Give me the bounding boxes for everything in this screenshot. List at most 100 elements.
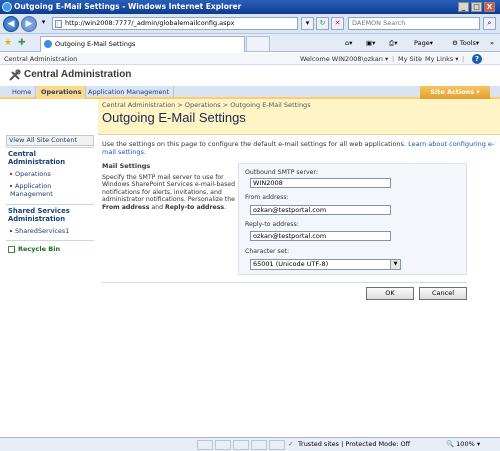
nav-home[interactable]: Home (8, 86, 37, 99)
url-field[interactable]: http://win2008:7777/_admin/globalemailco… (52, 17, 298, 30)
left-nav-operations[interactable]: Operations (10, 170, 51, 178)
status-cell (215, 440, 231, 450)
left-nav-ssp-label: SharedServices1 (15, 227, 70, 235)
help-text: Specify the SMTP mail server to use for … (102, 173, 236, 204)
divider: | (392, 55, 395, 63)
chevron-down-icon: ▼ (390, 260, 400, 269)
help-and: and (149, 203, 165, 211)
nav-application-management[interactable]: Application Management (84, 86, 175, 99)
add-favorites-icon[interactable]: ✚ (18, 38, 26, 48)
from-address-label: From address: (245, 194, 289, 201)
from-address-input[interactable]: ozkan@testportal.com (250, 205, 391, 215)
left-nav: View All Site Content Central Administra… (0, 101, 96, 431)
recycle-bin-link[interactable]: Recycle Bin (8, 245, 60, 253)
status-cell (233, 440, 249, 450)
new-tab-button[interactable] (246, 36, 270, 52)
left-nav-application-management[interactable]: Application Management (10, 182, 88, 198)
central-admin-logo-icon (9, 69, 21, 81)
status-cell (269, 440, 285, 450)
divider (6, 204, 94, 205)
forward-icon[interactable]: ▶ (21, 16, 37, 32)
charset-label: Character set: (245, 248, 290, 255)
site-actions-label: Site Actions (430, 88, 475, 96)
recent-pages-chevron-icon[interactable]: ▾ (38, 17, 49, 30)
stop-icon[interactable]: ✕ (331, 17, 344, 30)
zoom-control[interactable]: 🔍 100% ▾ (446, 438, 480, 450)
charset-value: 65001 (Unicode UTF-8) (253, 260, 329, 268)
divider: | (418, 55, 421, 63)
bullet-icon (10, 185, 12, 187)
search-input[interactable]: DAEMON Search (348, 17, 480, 30)
page-menu-label: Page (414, 39, 430, 47)
print-icon[interactable]: ⎙▾ (389, 37, 397, 49)
minimize-button[interactable]: _ (458, 2, 469, 12)
my-links-menu[interactable]: My Links ▾ (425, 53, 459, 65)
tab-ie-icon (44, 40, 52, 48)
trusted-check-icon: ✓ (288, 440, 294, 448)
central-admin-heading[interactable]: Central Administration (8, 150, 88, 166)
url-text: http://win2008:7777/_admin/globalemailco… (65, 19, 235, 27)
section-help: Specify the SMTP mail server to use for … (102, 174, 238, 212)
shared-services-heading[interactable]: Shared Services Administration (8, 207, 92, 223)
reply-to-input[interactable]: ozkan@testportal.com (250, 231, 391, 241)
status-cell (251, 440, 267, 450)
close-button[interactable]: X (484, 2, 495, 12)
status-cell (197, 440, 213, 450)
divider (6, 240, 94, 241)
divider (102, 282, 467, 283)
browser-tab[interactable]: Outgoing E-Mail Settings (40, 36, 245, 52)
window-titlebar: Outgoing E-Mail Settings - Windows Inter… (0, 0, 500, 14)
page-title: Outgoing E-Mail Settings (102, 110, 246, 125)
nav-operations[interactable]: Operations (37, 86, 87, 99)
smtp-server-input[interactable]: WIN2008 (250, 178, 391, 188)
bullet-icon (10, 230, 12, 232)
site-actions-menu[interactable]: Site Actions ▾ (420, 86, 490, 99)
help-end: . (224, 203, 227, 211)
description-text: Use the settings on this page to configu… (102, 140, 406, 148)
tools-menu-label: Tools (459, 39, 476, 47)
welcome-menu[interactable]: Welcome WIN2008\ozkan ▾ (300, 53, 388, 65)
page-title-area: Central Administration > Operations > Ou… (98, 99, 500, 135)
divider: | (462, 55, 465, 63)
url-dropdown-icon[interactable]: ▾ (301, 17, 314, 30)
ok-button[interactable]: OK (366, 287, 414, 300)
zoom-icon: 🔍 (446, 440, 455, 448)
mail-settings-form: Outbound SMTP server: WIN2008 From addre… (238, 163, 467, 275)
tab-title: Outgoing E-Mail Settings (55, 40, 136, 48)
window-title: Outgoing E-Mail Settings - Windows Inter… (14, 2, 242, 11)
charset-select[interactable]: 65001 (Unicode UTF-8) ▼ (250, 259, 401, 270)
section-heading: Mail Settings (102, 162, 151, 170)
sp-header: Central Administration (0, 65, 500, 86)
site-link[interactable]: Central Administration (4, 53, 77, 65)
maximize-button[interactable]: □ (471, 2, 482, 12)
home-icon[interactable]: ⌂▾ (345, 37, 352, 49)
help-reply: Reply-to address (164, 203, 225, 211)
favorites-star-icon[interactable]: ★ (4, 38, 12, 48)
tools-menu[interactable]: ⚙ Tools▾ (452, 37, 479, 49)
refresh-icon[interactable]: ↻ (316, 17, 329, 30)
smtp-label: Outbound SMTP server: (245, 169, 318, 176)
search-icon[interactable]: ⌕ (483, 17, 496, 30)
security-zone[interactable]: Trusted sites | Protected Mode: Off (298, 438, 410, 450)
bullet-icon (10, 173, 12, 175)
mail-settings-section-info: Mail Settings Specify the SMTP mail serv… (102, 162, 238, 275)
left-nav-sharedservices1[interactable]: SharedServices1 (10, 227, 69, 235)
help-icon[interactable]: ? (472, 54, 482, 64)
welcome-arrow-icon: ▾ (384, 55, 389, 63)
chevron-overflow-icon[interactable]: » (490, 37, 494, 49)
cancel-button[interactable]: Cancel (419, 287, 467, 300)
zoom-level: 100% (456, 440, 475, 448)
left-nav-app-mgmt-label: Application Management (10, 182, 53, 198)
ie-logo-icon (2, 2, 12, 12)
back-icon[interactable]: ◀ (3, 16, 19, 32)
welcome-label: Welcome WIN2008\ozkan (300, 55, 383, 63)
feeds-icon[interactable]: ▣▾ (366, 37, 375, 49)
reply-to-label: Reply-to address: (245, 221, 299, 228)
breadcrumb[interactable]: Central Administration > Operations > Ou… (102, 101, 311, 109)
view-all-site-content-link[interactable]: View All Site Content (6, 135, 94, 146)
sp-top-nav: Home Operations Application Management S… (0, 86, 500, 99)
left-nav-operations-label: Operations (15, 170, 51, 178)
page-icon (55, 20, 62, 28)
page-menu[interactable]: Page▾ (414, 37, 433, 49)
recycle-bin-label: Recycle Bin (18, 245, 61, 253)
